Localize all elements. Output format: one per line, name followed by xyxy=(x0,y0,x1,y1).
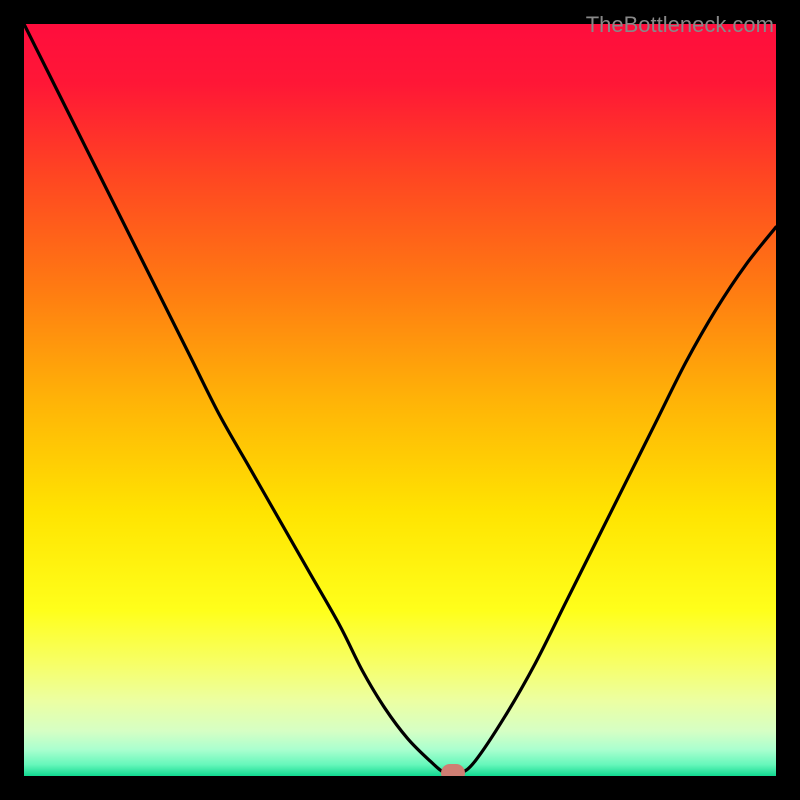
watermark-text: TheBottleneck.com xyxy=(586,12,774,38)
plot-area xyxy=(24,24,776,776)
bottleneck-curve xyxy=(24,24,776,776)
optimal-marker xyxy=(441,764,465,776)
chart-frame: TheBottleneck.com xyxy=(12,12,788,788)
